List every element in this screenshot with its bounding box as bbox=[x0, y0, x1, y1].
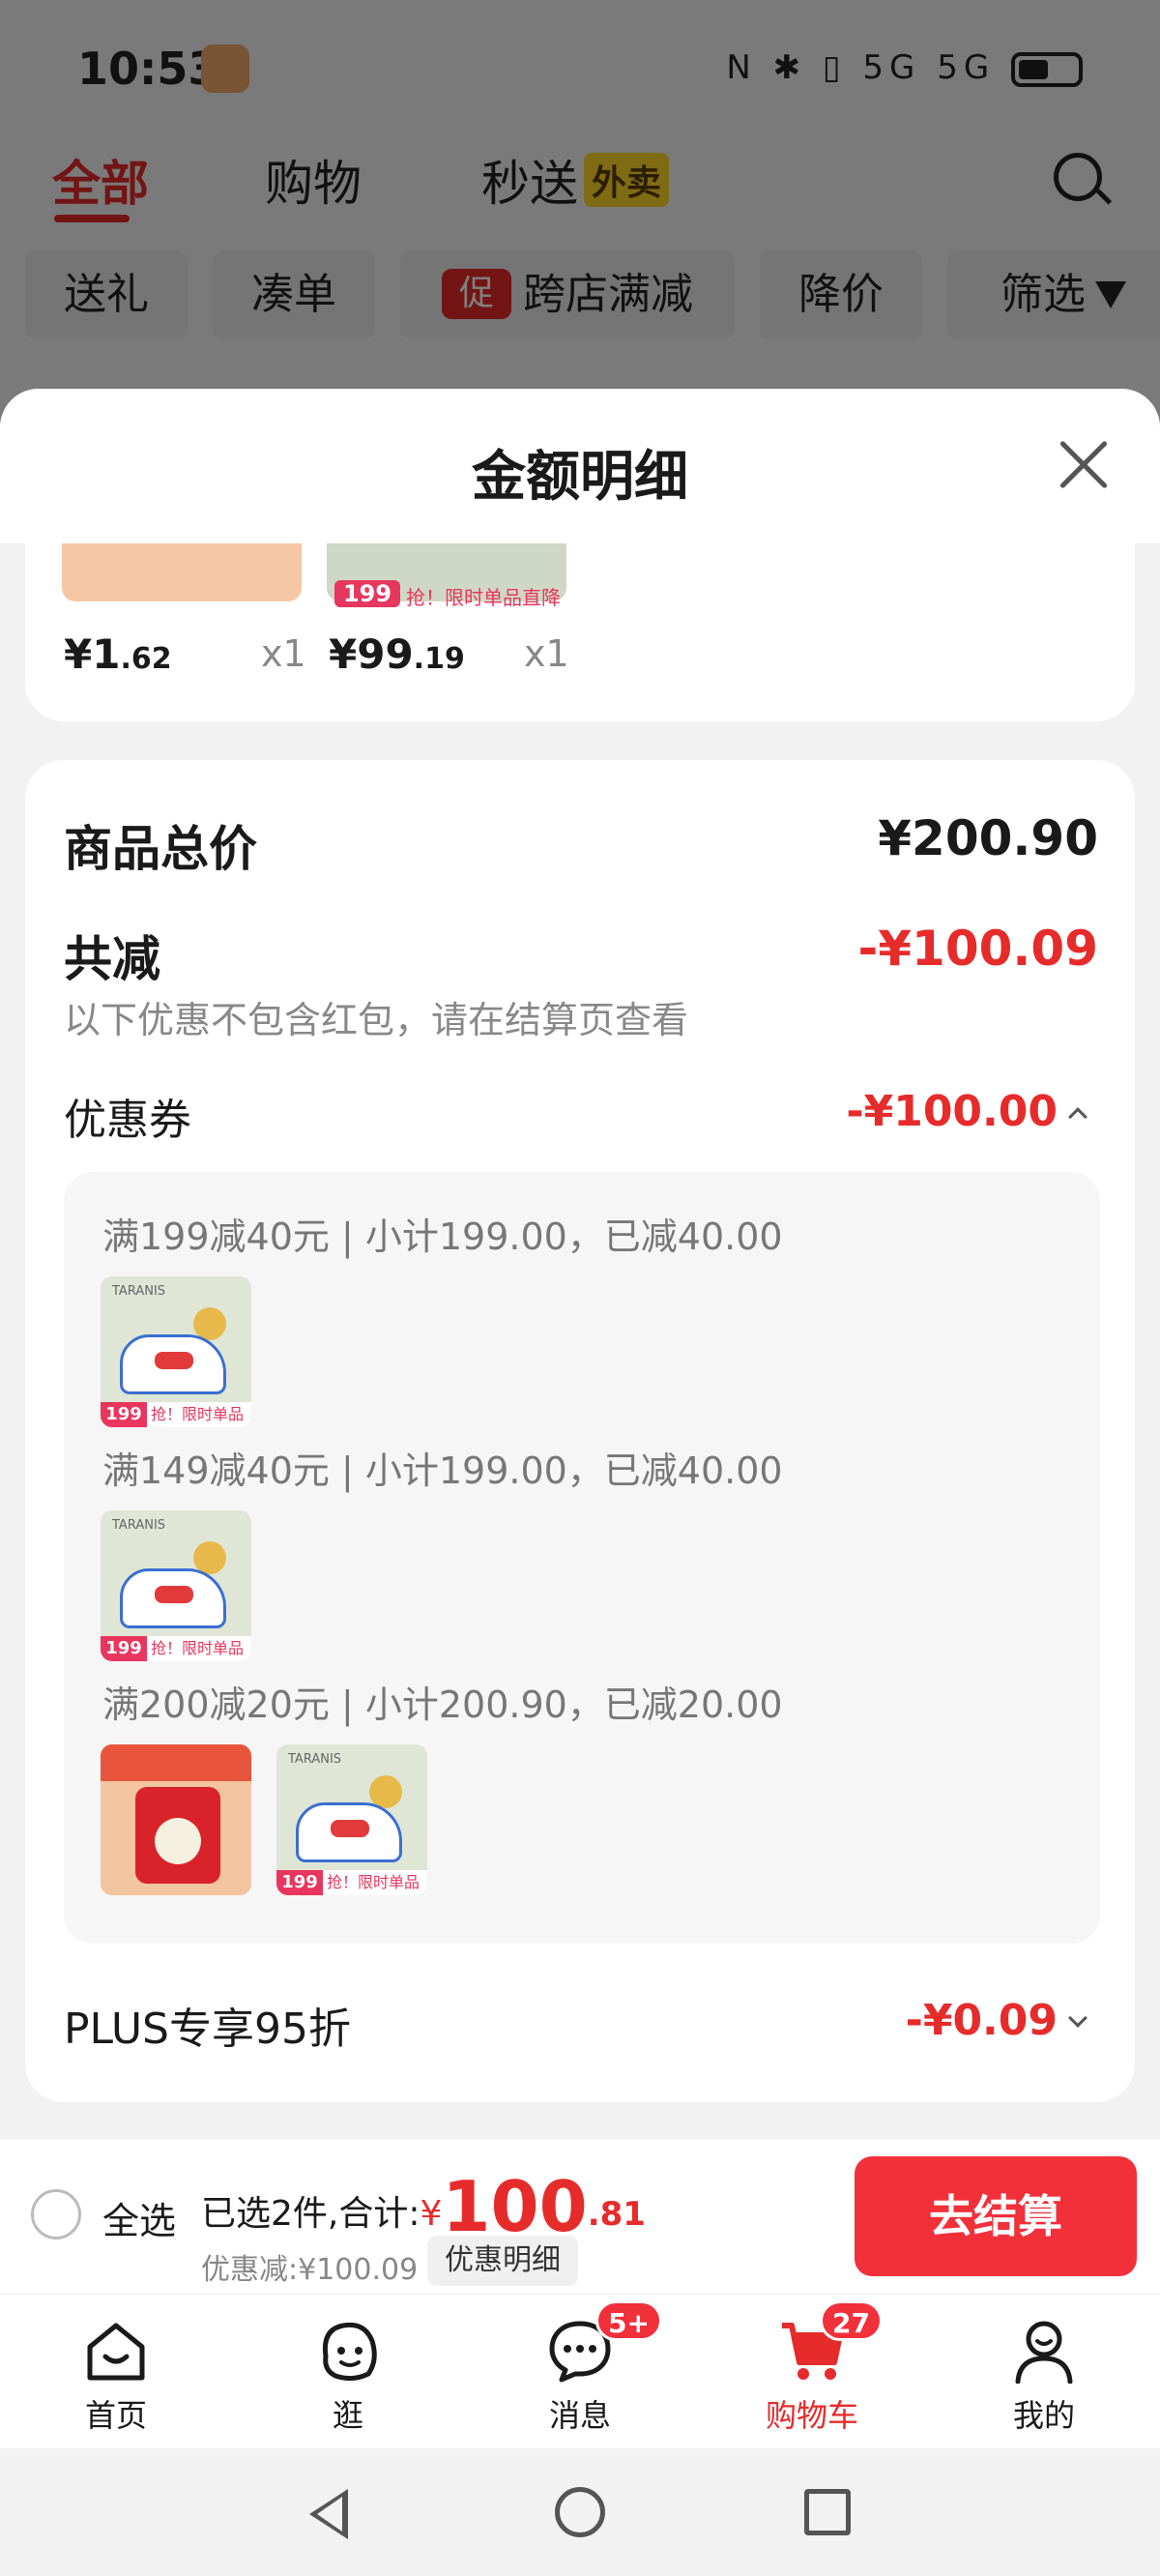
product-thumbnail bbox=[62, 543, 302, 601]
discount-label: 共减 bbox=[64, 931, 160, 987]
product-thumbnail[interactable]: TARANIS 抢！限时单品直降 199 bbox=[101, 1276, 251, 1427]
message-badge: 5+ bbox=[595, 2300, 662, 2341]
discount-detail-button[interactable]: 优惠明细 bbox=[427, 2236, 578, 2286]
tab-home[interactable]: 首页 bbox=[0, 2295, 232, 2449]
tab-browse[interactable]: 逛 bbox=[232, 2295, 464, 2449]
shoe-accent bbox=[155, 1352, 193, 1369]
coupon-rule: 满200减20元 | 小计200.90，已减20.00 bbox=[102, 1683, 783, 1726]
item-price-dec: .62 bbox=[120, 642, 172, 676]
system-navigation-bar bbox=[0, 2448, 1160, 2576]
selected-text: 已选2件,合计: bbox=[201, 2194, 420, 2234]
amount-detail-sheet: 金额明细 199 抢！限时单品直降 ¥1.62 x1 ¥99.19 x1 商品总… bbox=[0, 389, 1160, 2294]
brand-logo: TARANIS bbox=[112, 1518, 166, 1533]
coupon-rule: 满199减40元 | 小计199.00，已减40.00 bbox=[102, 1215, 783, 1258]
sum-line: 已选2件,合计:¥100.81 bbox=[201, 2166, 646, 2247]
sum-currency: ¥ bbox=[420, 2194, 443, 2234]
thumb-tag-price: 199 bbox=[276, 1870, 323, 1895]
checkout-bar: 全选 已选2件,合计:¥100.81 优惠减:¥100.09 优惠明细 去结算 bbox=[0, 2139, 1160, 2294]
coupon-detail-box: 满199减40元 | 小计199.00，已减40.00 TARANIS 抢！限时… bbox=[64, 1172, 1100, 1944]
tab-cart-label: 购物车 bbox=[765, 2397, 858, 2434]
product-thumbnail[interactable]: TARANIS 抢！限时单品直降 199 bbox=[276, 1744, 427, 1895]
bottom-tabbar: 首页 逛 5+ 消息 27 购物车 我的 bbox=[0, 2294, 1160, 2448]
chevron-down-icon bbox=[1068, 2008, 1088, 2028]
item-qty: x1 bbox=[261, 632, 306, 675]
item-price-dec: .19 bbox=[413, 642, 465, 676]
profile-icon bbox=[1015, 2321, 1073, 2384]
sheet-title: 金额明细 bbox=[472, 446, 688, 509]
sum-decimal: .81 bbox=[587, 2195, 646, 2234]
select-all-radio[interactable] bbox=[31, 2189, 81, 2239]
tab-profile-label: 我的 bbox=[1012, 2397, 1075, 2434]
packet-header bbox=[101, 1744, 251, 1781]
thumb-tag-price: 199 bbox=[101, 1402, 147, 1427]
tab-home-label: 首页 bbox=[84, 2397, 147, 2434]
sheet-header: 金额明细 bbox=[0, 389, 1160, 543]
plus-value: -¥0.09 bbox=[905, 1996, 1058, 2045]
product-thumbnail[interactable] bbox=[101, 1744, 251, 1895]
browse-icon bbox=[322, 2322, 377, 2382]
chevron-up-icon bbox=[1068, 1107, 1088, 1127]
back-icon[interactable] bbox=[309, 2489, 348, 2539]
item-qty: x1 bbox=[524, 632, 569, 675]
tab-profile[interactable]: 我的 bbox=[928, 2295, 1160, 2449]
checkout-button[interactable]: 去结算 bbox=[855, 2156, 1137, 2276]
cart-badge: 27 bbox=[820, 2300, 883, 2341]
shoe-accent bbox=[155, 1586, 193, 1603]
discount-value: -¥100.09 bbox=[857, 921, 1099, 977]
shoe-accent bbox=[331, 1820, 369, 1837]
select-all-label[interactable]: 全选 bbox=[102, 2191, 176, 2244]
close-icon[interactable] bbox=[1058, 439, 1110, 491]
item-price: ¥99.19 bbox=[329, 630, 465, 678]
item-price-int: ¥1 bbox=[64, 630, 121, 678]
coupon-label: 优惠券 bbox=[64, 1096, 191, 1145]
home-icon bbox=[87, 2323, 145, 2381]
thumb-tag-price: 199 bbox=[101, 1636, 147, 1661]
coupon-toggle[interactable]: -¥100.00 bbox=[846, 1087, 1088, 1136]
recent-apps-icon[interactable] bbox=[804, 2489, 851, 2535]
brand-logo: TARANIS bbox=[112, 1284, 166, 1299]
coupon-rule: 满149减40元 | 小计199.00，已减40.00 bbox=[102, 1449, 783, 1492]
plus-label: PLUS专享95折 bbox=[64, 2005, 351, 2054]
tab-messages[interactable]: 5+ 消息 bbox=[464, 2295, 696, 2449]
discount-note: 以下优惠不包含红包，请在结算页查看 bbox=[64, 999, 689, 1041]
price-tag: 199 bbox=[334, 580, 400, 607]
brand-logo: TARANIS bbox=[288, 1752, 342, 1767]
home-circle-icon[interactable] bbox=[555, 2487, 605, 2537]
discount-summary: 优惠减:¥100.09 bbox=[201, 2253, 419, 2287]
plus-toggle[interactable]: -¥0.09 bbox=[905, 1996, 1088, 2045]
tab-messages-label: 消息 bbox=[548, 2397, 611, 2434]
total-value: ¥200.90 bbox=[878, 810, 1098, 866]
tab-cart[interactable]: 27 购物车 bbox=[696, 2295, 928, 2449]
total-label: 商品总价 bbox=[64, 821, 257, 877]
item-price: ¥1.62 bbox=[64, 630, 172, 678]
price-tag-text: 抢！限时单品直降 bbox=[406, 586, 561, 609]
product-thumbnail[interactable]: TARANIS 抢！限时单品直降 199 bbox=[101, 1510, 251, 1661]
packet-emblem bbox=[155, 1818, 201, 1864]
tab-browse-label: 逛 bbox=[332, 2397, 363, 2434]
price-breakdown-card: 商品总价 ¥200.90 共减 -¥100.09 以下优惠不包含红包，请在结算页… bbox=[25, 760, 1135, 2102]
item-price-int: ¥99 bbox=[329, 630, 414, 678]
coupon-value: -¥100.00 bbox=[846, 1087, 1058, 1136]
